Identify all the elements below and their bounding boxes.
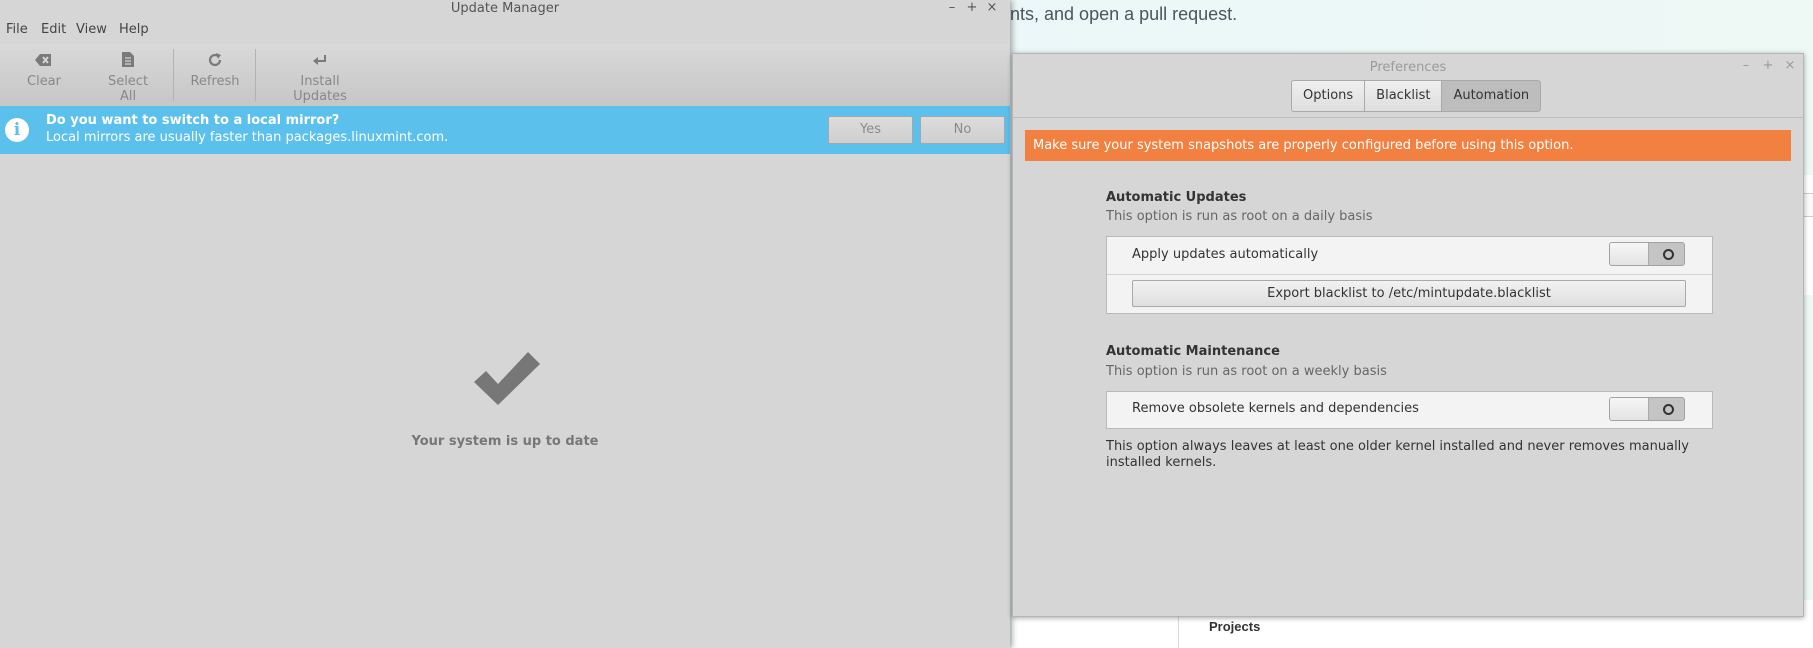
close-button[interactable]: ×	[982, 0, 1002, 15]
kernel-note: This option always leaves at least one o…	[1106, 439, 1689, 470]
info-icon: i	[5, 118, 29, 142]
divider	[1013, 117, 1803, 118]
projects-link[interactable]: Projects	[1209, 619, 1260, 634]
menu-edit[interactable]: Edit	[41, 22, 66, 37]
toolbar: Clear Select All Refresh Install Updates	[0, 44, 1010, 107]
select-all-label: Select All	[107, 74, 149, 104]
automatic-updates-description: This option is run as root on a daily ba…	[1106, 209, 1373, 224]
enter-arrow-icon	[272, 52, 368, 74]
status-message: Your system is up to date	[411, 434, 599, 449]
remove-kernels-toggle[interactable]	[1609, 397, 1685, 421]
apply-updates-toggle[interactable]	[1609, 242, 1685, 266]
automatic-maintenance-box: Remove obsolete kernels and dependencies	[1106, 391, 1713, 429]
install-updates-button[interactable]: Install Updates	[272, 52, 368, 104]
refresh-icon	[188, 52, 242, 74]
maximize-button[interactable]: +	[962, 0, 982, 15]
clear-label: Clear	[27, 74, 61, 89]
clear-button[interactable]: Clear	[24, 52, 64, 89]
close-button[interactable]: ×	[1779, 58, 1801, 73]
minimize-button[interactable]: –	[942, 0, 962, 15]
automatic-maintenance-description: This option is run as root on a weekly b…	[1106, 364, 1387, 379]
minimize-button[interactable]: –	[1735, 58, 1757, 73]
tab-blacklist[interactable]: Blacklist	[1364, 80, 1443, 112]
menu-help[interactable]: Help	[119, 22, 149, 37]
remove-kernels-label: Remove obsolete kernels and dependencies	[1132, 401, 1419, 416]
select-all-button[interactable]: Select All	[98, 52, 158, 104]
window-title: Update Manager	[450, 1, 560, 16]
infobar-subtitle: Local mirrors are usually faster than pa…	[46, 130, 449, 145]
apply-updates-label: Apply updates automatically	[1132, 247, 1319, 262]
window-title: Preferences	[1369, 60, 1447, 75]
menu-view[interactable]: View	[76, 22, 107, 37]
install-updates-label: Install Updates	[293, 74, 347, 104]
preferences-window: Preferences – + × Options Blacklist Automa…	[1012, 53, 1804, 617]
document-icon	[98, 52, 158, 74]
toolbar-separator	[255, 49, 256, 101]
automatic-updates-heading: Automatic Updates	[1106, 190, 1247, 205]
automatic-maintenance-heading: Automatic Maintenance	[1106, 344, 1280, 359]
automatic-updates-box: Apply updates automatically Export black…	[1106, 236, 1713, 314]
update-manager-titlebar: Update Manager – + ×	[0, 0, 1010, 18]
toolbar-separator	[173, 49, 174, 101]
mirror-infobar: i Do you want to switch to a local mirro…	[0, 106, 1010, 154]
refresh-button[interactable]: Refresh	[188, 52, 242, 89]
tab-bar: Options Blacklist Automation	[1291, 80, 1542, 112]
backspace-icon	[24, 52, 64, 74]
infobar-title: Do you want to switch to a local mirror?	[46, 113, 340, 128]
menu-bar: File Edit View Help	[0, 20, 1010, 42]
yes-button[interactable]: Yes	[828, 116, 913, 144]
snapshot-warning: Make sure your system snapshots are prop…	[1025, 130, 1791, 161]
menu-file[interactable]: File	[6, 22, 28, 37]
background-text: ents, and open a pull request.	[1000, 4, 1238, 24]
no-button[interactable]: No	[920, 116, 1005, 144]
maximize-button[interactable]: +	[1757, 58, 1779, 73]
refresh-label: Refresh	[190, 74, 240, 89]
tab-automation[interactable]: Automation	[1441, 80, 1542, 112]
checkmark-icon	[474, 352, 540, 405]
tab-options[interactable]: Options	[1291, 80, 1366, 112]
background-control	[1803, 193, 1813, 217]
update-manager-window: Update Manager – + × File Edit View Help C…	[0, 0, 1010, 648]
export-blacklist-button[interactable]: Export blacklist to /etc/mintupdate.blac…	[1132, 280, 1686, 307]
